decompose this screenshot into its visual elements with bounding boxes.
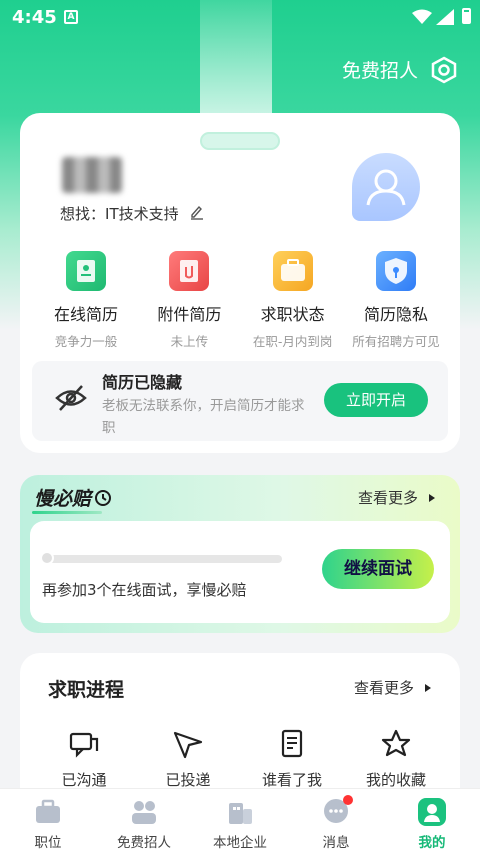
edit-icon[interactable] xyxy=(190,204,204,220)
nav-label: 我的 xyxy=(418,835,446,851)
nav-item-local-companies[interactable]: 本地企业 xyxy=(192,789,288,853)
resume-icon xyxy=(66,251,106,291)
slow-comp-title: 慢必赔 xyxy=(34,488,92,510)
settings-icon[interactable] xyxy=(430,56,458,84)
briefcase-icon xyxy=(33,797,63,827)
seeking-value: IT技术支持 xyxy=(105,205,179,223)
feature-subtitle: 竞争力一般 xyxy=(54,334,118,349)
nav-label: 职位 xyxy=(34,835,62,851)
nav-item-messages[interactable]: 消息 xyxy=(288,789,384,853)
user-name-blurred xyxy=(62,157,122,193)
recruit-icon xyxy=(129,797,159,827)
resume-hidden-notice: 简历已隐藏 老板无法联系你，开启简历才能求职 立即开启 xyxy=(32,361,448,441)
slow-compensation-card: 慢必赔 查看更多 再参加3个在线面试，享慢必赔 继续面试 xyxy=(20,475,460,633)
badge-clip xyxy=(200,132,280,150)
job-progress-more-link[interactable]: 查看更多 xyxy=(354,677,433,698)
chat-icon xyxy=(69,732,99,758)
nav-item-me[interactable]: 我的 xyxy=(384,789,480,853)
feature-resume-privacy[interactable]: 简历隐私 所有招聘方可见 xyxy=(346,251,446,350)
nav-label: 本地企业 xyxy=(213,835,267,851)
clock-icon xyxy=(95,490,111,506)
progress-item-delivered[interactable]: 已投递 xyxy=(148,727,228,790)
nav-label: 免费招人 xyxy=(117,835,171,851)
hidden-description: 老板无法联系你，开启简历才能求职 xyxy=(102,398,305,436)
more-label: 查看更多 xyxy=(354,679,415,697)
hidden-title: 简历已隐藏 xyxy=(102,373,183,392)
status-time: 4:45 xyxy=(12,7,57,28)
progress-item-communicated[interactable]: 已沟通 xyxy=(44,727,124,790)
privacy-shield-icon xyxy=(375,251,416,291)
progress-item-favorites[interactable]: 我的收藏 xyxy=(356,727,436,790)
feature-title: 附件简历 xyxy=(157,305,222,324)
progress-label: 已投递 xyxy=(165,771,211,789)
bottom-navigation: 职位 免费招人 本地企业 消息 我的 xyxy=(0,788,480,853)
profile-card: 想找：IT技术支持 在线简历 竞争力一般 附件简历 未上传 求职状态 在职-月内… xyxy=(20,113,460,453)
eye-off-icon xyxy=(55,385,87,411)
nav-label: 消息 xyxy=(322,835,350,851)
feature-attachment-resume[interactable]: 附件简历 未上传 xyxy=(139,251,239,350)
battery-icon xyxy=(462,8,471,24)
slow-comp-body: 再参加3个在线面试，享慢必赔 继续面试 xyxy=(30,521,450,623)
wifi-icon xyxy=(412,9,432,24)
title-underline xyxy=(32,511,102,514)
feature-subtitle: 未上传 xyxy=(170,334,209,349)
signal-icon xyxy=(436,9,454,25)
feature-title: 简历隐私 xyxy=(363,305,428,324)
job-progress-title: 求职进程 xyxy=(48,679,125,701)
notification-icon: A xyxy=(64,10,78,24)
feature-title: 在线简历 xyxy=(53,305,118,324)
job-intention[interactable]: 想找：IT技术支持 xyxy=(60,203,179,224)
user-silhouette-icon xyxy=(366,169,406,206)
document-icon xyxy=(281,729,303,758)
more-label: 查看更多 xyxy=(358,489,419,507)
slow-comp-text: 再参加3个在线面试，享慢必赔 xyxy=(42,581,247,599)
attachment-icon xyxy=(169,251,210,291)
feature-job-status[interactable]: 求职状态 在职-月内到岗 xyxy=(243,251,343,350)
progress-handle xyxy=(40,551,54,565)
profile-icon xyxy=(417,797,447,827)
enable-resume-button[interactable]: 立即开启 xyxy=(324,383,428,417)
progress-label: 谁看了我 xyxy=(261,771,322,789)
feature-subtitle: 在职-月内到岗 xyxy=(252,334,333,349)
chevron-right-icon xyxy=(428,494,435,502)
feature-online-resume[interactable]: 在线简历 竞争力一般 xyxy=(36,251,136,350)
chevron-right-icon xyxy=(424,684,431,692)
continue-interview-button[interactable]: 继续面试 xyxy=(322,549,434,589)
free-recruit-link[interactable]: 免费招人 xyxy=(342,56,418,83)
send-icon xyxy=(173,731,203,759)
seeking-label: 想找： xyxy=(60,205,106,223)
feature-subtitle: 所有招聘方可见 xyxy=(352,334,440,349)
job-progress-items: 已沟通 已投递 谁看了我 我的收藏 xyxy=(44,727,436,790)
interview-progress-bar xyxy=(44,555,282,563)
status-bar: 4:45 A xyxy=(0,0,480,34)
unread-badge xyxy=(343,795,353,805)
progress-label: 我的收藏 xyxy=(365,771,426,789)
star-icon xyxy=(381,729,411,757)
briefcase-icon xyxy=(272,251,313,291)
slow-comp-more-link[interactable]: 查看更多 xyxy=(358,487,437,508)
resume-features: 在线简历 竞争力一般 附件简历 未上传 求职状态 在职-月内到岗 简历隐私 所有… xyxy=(36,251,446,350)
feature-title: 求职状态 xyxy=(260,305,325,324)
message-icon xyxy=(321,795,353,827)
progress-item-who-viewed[interactable]: 谁看了我 xyxy=(252,727,332,790)
progress-label: 已沟通 xyxy=(61,771,107,789)
nav-item-jobs[interactable]: 职位 xyxy=(0,789,96,853)
avatar[interactable] xyxy=(352,153,420,221)
building-icon xyxy=(225,797,255,827)
nav-item-recruit[interactable]: 免费招人 xyxy=(96,789,192,853)
